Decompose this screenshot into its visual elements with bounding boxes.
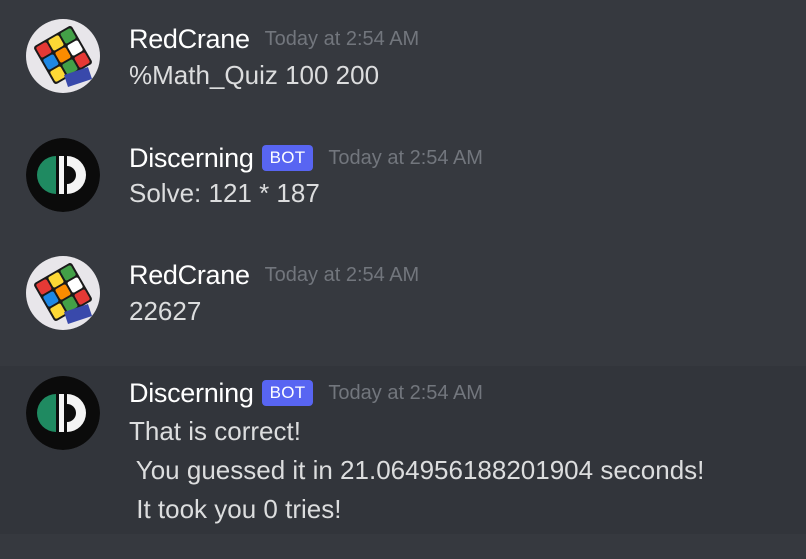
chat-message: Discerning BOT Today at 2:54 AM Solve: 1…: [0, 120, 806, 238]
bot-avatar[interactable]: [26, 376, 100, 450]
message-header: RedCrane Today at 2:54 AM: [129, 22, 419, 56]
message-text: Solve: 121 * 187: [129, 178, 320, 208]
timestamp[interactable]: Today at 2:54 AM: [265, 264, 420, 287]
message-text: 22627: [129, 296, 202, 326]
discerning-bot-logo-icon: [26, 376, 100, 450]
chat-message: RedCrane Today at 2:54 AM 22627: [0, 238, 806, 366]
chat-message: RedCrane Today at 2:54 AM %Math_Quiz 100…: [0, 0, 806, 120]
chat-message-list: RedCrane Today at 2:54 AM %Math_Quiz 100…: [0, 0, 806, 559]
user-avatar[interactable]: [26, 256, 100, 330]
timestamp[interactable]: Today at 2:54 AM: [265, 28, 420, 51]
rubiks-cube-icon: [26, 256, 100, 330]
timestamp[interactable]: Today at 2:54 AM: [328, 147, 483, 170]
username[interactable]: RedCrane: [129, 24, 250, 55]
username[interactable]: RedCrane: [129, 260, 250, 291]
bot-badge: BOT: [261, 380, 314, 406]
username[interactable]: Discerning: [129, 378, 254, 409]
message-header: Discerning BOT Today at 2:54 AM: [129, 141, 483, 175]
bot-badge: BOT: [261, 145, 314, 171]
discerning-bot-logo-icon: [26, 138, 100, 212]
user-avatar[interactable]: [26, 19, 100, 93]
timestamp[interactable]: Today at 2:54 AM: [328, 382, 483, 405]
bot-avatar[interactable]: [26, 138, 100, 212]
message-text-line: That is correct!: [129, 416, 301, 446]
message-text-line: It took you 0 tries!: [129, 494, 342, 524]
message-header: RedCrane Today at 2:54 AM: [129, 258, 419, 292]
rubiks-cube-icon: [26, 19, 100, 93]
username[interactable]: Discerning: [129, 143, 254, 174]
chat-message: Discerning BOT Today at 2:54 AM That is …: [0, 366, 806, 534]
message-text-line: You guessed it in 21.064956188201904 sec…: [129, 455, 705, 485]
message-header: Discerning BOT Today at 2:54 AM: [129, 376, 483, 410]
message-text: %Math_Quiz 100 200: [129, 60, 380, 90]
